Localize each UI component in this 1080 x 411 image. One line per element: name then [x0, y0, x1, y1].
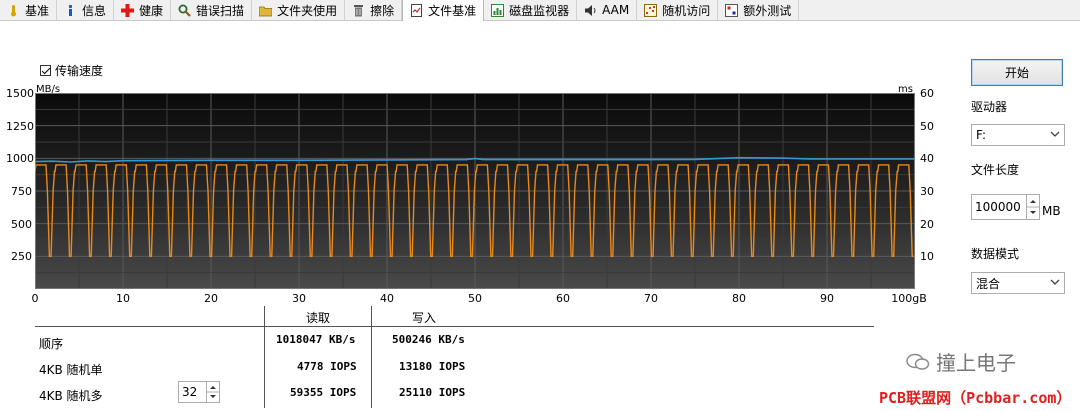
drive-select[interactable]: F:	[971, 124, 1065, 146]
y2-axis-tick-label: 30	[920, 185, 934, 198]
y-axis-tick-label: 250	[11, 250, 32, 264]
trash-icon	[352, 4, 365, 17]
tab-label: AAM	[602, 3, 630, 17]
x-axis-tick-label: 0	[31, 292, 39, 305]
speaker-icon	[584, 4, 597, 17]
queue-depth-value: 32	[182, 385, 198, 399]
start-button[interactable]: 开始	[971, 59, 1063, 86]
tab-9[interactable]: 随机访问	[637, 0, 719, 20]
file-length-value: 100000	[975, 200, 1021, 214]
thermometer-icon	[7, 4, 20, 17]
tab-label: 信息	[82, 3, 107, 18]
channel-name: 撞上电子	[936, 351, 1016, 375]
x-axis-tick-label: 10	[116, 292, 130, 305]
x-axis-tick-label: 30	[292, 292, 306, 305]
tab-7[interactable]: 磁盘监视器	[484, 0, 578, 20]
tab-label: 基准	[25, 3, 50, 18]
x-axis-tick-label: 60	[556, 292, 570, 305]
4kb-multi-write-value: 25110 IOPS	[399, 386, 466, 399]
x-axis-tick-label: 80	[732, 292, 746, 305]
results-divider-2	[371, 306, 372, 408]
tab-bar: 基准 信息 健康 错误扫描 文件夹使用 擦除 文件基准 磁盘监视器 AAM 随机访问 额外测试	[0, 0, 1080, 21]
tab-2[interactable]: 健康	[114, 0, 172, 20]
tab-10[interactable]: 额外测试	[718, 0, 800, 20]
folder-icon	[258, 4, 273, 17]
info-icon	[64, 4, 77, 17]
tab-label: 健康	[139, 3, 164, 18]
spin-arrows-icon[interactable]	[207, 382, 219, 402]
chevron-down-icon	[1050, 279, 1060, 285]
4kb-single-read-value: 4778 IOPS	[297, 360, 357, 373]
extra-tests-icon	[725, 3, 739, 17]
health-cross-icon	[121, 3, 135, 17]
spin-arrows-icon[interactable]	[1027, 195, 1039, 219]
drive-label: 驱动器	[971, 100, 1008, 114]
chevron-down-icon	[1050, 131, 1060, 137]
magnifier-icon	[178, 4, 191, 17]
write-column-header: 写入	[412, 311, 437, 325]
y-axis-tick-label: 1250	[6, 119, 34, 133]
y-axis-tick-label: 1500	[6, 87, 34, 100]
x-axis-tick-label: 90	[820, 292, 834, 305]
sequential-read-value: 1018047 KB/s	[276, 333, 356, 346]
sequential-write-value: 500246 KB/s	[392, 333, 465, 346]
monitor-chart-icon	[491, 3, 505, 17]
random-access-icon	[644, 3, 658, 17]
read-column-header: 读取	[306, 311, 331, 325]
y2-axis-tick-label: 50	[920, 119, 934, 133]
benchmark-chart	[34, 92, 916, 292]
4kb-multi-read-value: 59355 IOPS	[290, 386, 357, 399]
file-length-stepper[interactable]: 100000	[971, 194, 1040, 220]
tab-label: 磁盘监视器	[509, 3, 570, 18]
tab-6[interactable]: 文件基准	[402, 0, 485, 21]
x-axis-tick-label: 40	[380, 292, 394, 305]
tab-8[interactable]: AAM	[577, 0, 638, 20]
data-mode-select-value: 混合	[976, 276, 1001, 291]
y2-axis-tick-label: 40	[920, 152, 934, 166]
drive-select-value: F:	[976, 128, 987, 142]
file-length-unit: MB	[1042, 204, 1061, 218]
queue-depth-stepper[interactable]: 32	[178, 381, 220, 403]
y2-axis-tick-label: 20	[920, 217, 934, 231]
row-label-sequential: 顺序	[39, 337, 64, 351]
transfer-speed-option[interactable]: 传输速度	[40, 62, 103, 79]
file-length-label: 文件长度	[971, 163, 1020, 177]
x-axis-tick-label: 100gB	[891, 292, 927, 305]
transfer-speed-checkbox[interactable]	[40, 65, 51, 76]
chat-bubbles-icon	[906, 353, 930, 370]
site-watermark: PCB联盟网（Pcbbar.com）	[879, 389, 1072, 407]
x-axis-tick-label: 50	[468, 292, 482, 305]
tab-1[interactable]: 信息	[57, 0, 115, 20]
y2-axis-tick-label: 60	[920, 87, 934, 100]
file-length-spin-buttons[interactable]	[1026, 195, 1039, 219]
tab-0[interactable]: 基准	[0, 0, 58, 20]
data-mode-label: 数据模式	[971, 247, 1020, 261]
tab-label: 错误扫描	[196, 3, 245, 18]
tab-label: 随机访问	[662, 3, 711, 18]
x-axis-tick-label: 70	[644, 292, 658, 305]
tab-4[interactable]: 文件夹使用	[252, 0, 346, 20]
row-label-4kb-single: 4KB 随机单	[39, 363, 103, 377]
4kb-single-write-value: 13180 IOPS	[399, 360, 466, 373]
tab-label: 文件基准	[428, 4, 477, 18]
file-benchmark-icon	[410, 4, 423, 17]
y-axis-tick-label: 1000	[6, 152, 34, 166]
tab-label: 额外测试	[743, 3, 792, 18]
data-mode-select[interactable]: 混合	[971, 272, 1065, 294]
tab-label: 擦除	[370, 3, 395, 18]
tab-5[interactable]: 擦除	[345, 0, 403, 20]
results-header-rule	[35, 326, 874, 327]
y-axis-tick-label: 500	[11, 217, 32, 231]
tab-3[interactable]: 错误扫描	[171, 0, 253, 20]
x-axis-tick-label: 20	[204, 292, 218, 305]
queue-depth-spin-buttons[interactable]	[206, 382, 219, 402]
row-label-4kb-multi: 4KB 随机多	[39, 389, 103, 403]
transfer-speed-label: 传输速度	[55, 64, 104, 78]
y-axis-tick-label: 750	[11, 185, 32, 198]
y2-axis-tick-label: 10	[920, 250, 934, 264]
results-divider-1	[264, 306, 265, 408]
tab-label: 文件夹使用	[277, 3, 338, 18]
channel-watermark: 撞上电子	[906, 347, 1016, 376]
